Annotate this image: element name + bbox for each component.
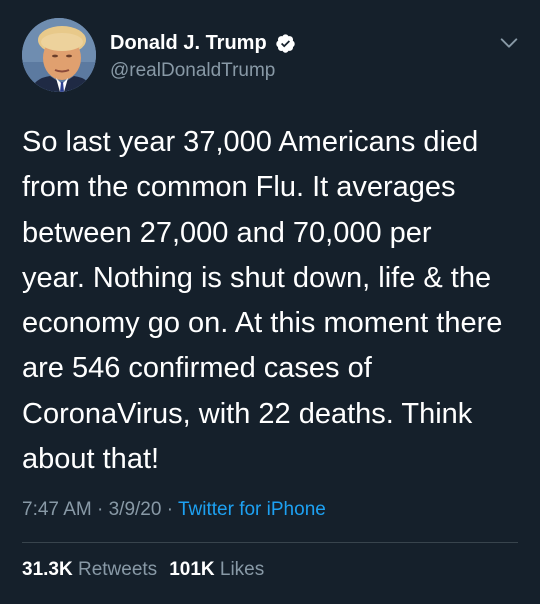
display-name[interactable]: Donald J. Trump: [110, 32, 267, 55]
tweet-card: Donald J. Trump @realDonaldTrump So last…: [0, 0, 540, 604]
tweet-meta: 7:47 AM · 3/9/20 · Twitter for iPhone: [22, 499, 326, 521]
chevron-down-icon[interactable]: [498, 32, 520, 54]
tweet-date[interactable]: 3/9/20: [109, 499, 162, 520]
tweet-time[interactable]: 7:47 AM: [22, 499, 92, 520]
likes-count: 101K: [169, 559, 215, 580]
retweets-count: 31.3K: [22, 559, 73, 580]
author-handle[interactable]: @realDonaldTrump: [110, 60, 275, 82]
meta-separator: ·: [161, 499, 178, 520]
avatar[interactable]: [22, 18, 96, 92]
likes-stat[interactable]: 101K Likes: [169, 559, 264, 580]
meta-separator: ·: [91, 499, 109, 520]
likes-label: Likes: [219, 559, 265, 580]
tweet-source-link[interactable]: Twitter for iPhone: [178, 499, 326, 520]
author-name-row[interactable]: Donald J. Trump: [110, 30, 296, 56]
verified-badge-icon: [275, 33, 295, 53]
divider: [22, 542, 518, 543]
retweets-stat[interactable]: 31.3K Retweets: [22, 559, 157, 580]
tweet-stats: 31.3K Retweets 101K Likes: [22, 559, 264, 581]
tweet-text: So last year 37,000 Americans died from …: [22, 126, 503, 476]
avatar-image: [22, 18, 96, 92]
retweets-label: Retweets: [77, 559, 158, 580]
